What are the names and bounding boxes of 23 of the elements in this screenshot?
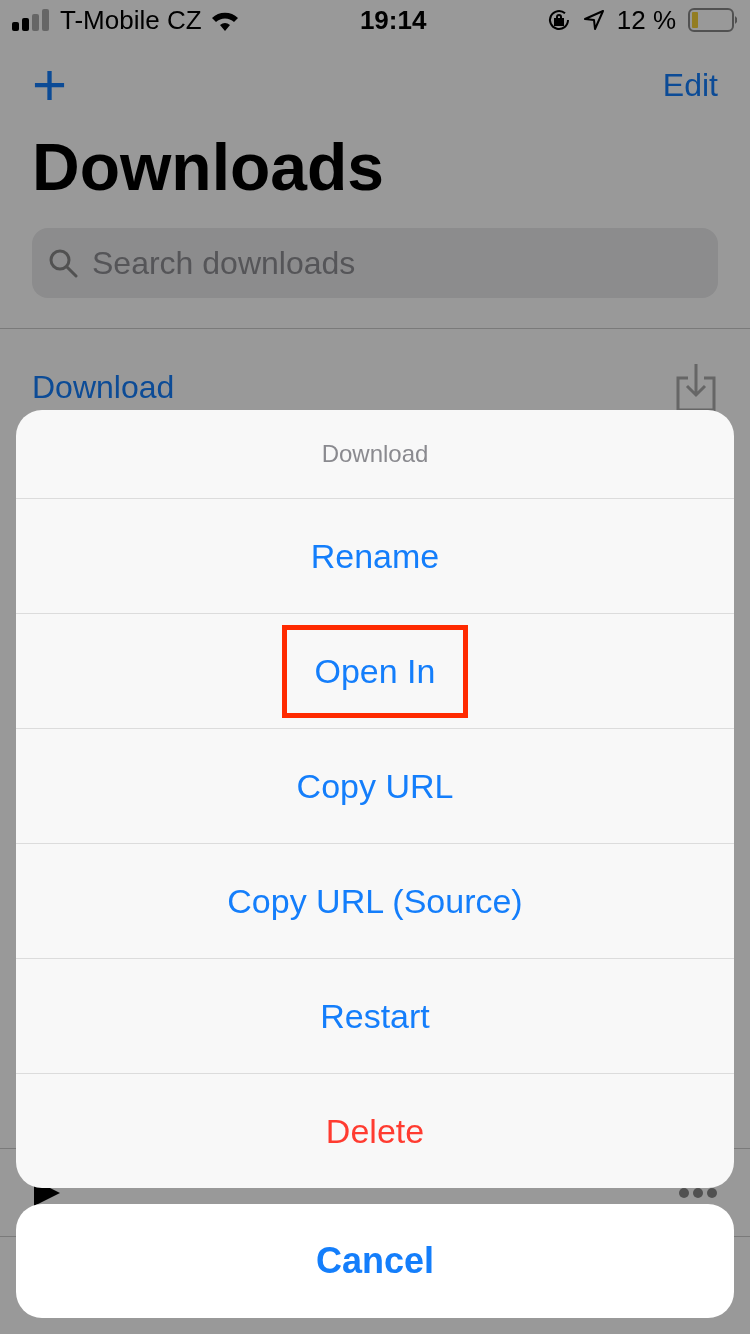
download-name: Download	[32, 368, 175, 407]
action-sheet-title: Download	[320, 439, 430, 469]
more-icon[interactable]	[678, 1186, 718, 1199]
battery-icon	[688, 8, 738, 32]
carrier-name: T-Mobile CZ	[60, 3, 202, 37]
download-row[interactable]: Download	[0, 329, 750, 429]
location-icon	[582, 9, 605, 31]
action-item[interactable]: Copy URL (Source)	[194, 854, 556, 948]
status-time: 19:14	[359, 3, 427, 37]
page-title: Downloads	[31, 134, 385, 200]
edit-button[interactable]: Edit	[662, 61, 718, 109]
action-item[interactable]: Delete	[292, 1084, 458, 1178]
search-icon	[48, 248, 78, 278]
download-icon[interactable]	[674, 362, 718, 412]
signal-icon	[12, 9, 52, 31]
action-item[interactable]: Copy URL	[263, 739, 487, 833]
action-item[interactable]: Restart	[287, 969, 463, 1063]
add-button[interactable]: +	[32, 55, 68, 115]
action-item[interactable]: Rename	[277, 509, 473, 603]
action-item[interactable]: Open In	[281, 624, 469, 718]
battery-percent: 12 %	[616, 3, 676, 37]
orientation-lock-icon	[546, 8, 571, 32]
cancel-dialog[interactable]: Cancel	[16, 1204, 734, 1318]
